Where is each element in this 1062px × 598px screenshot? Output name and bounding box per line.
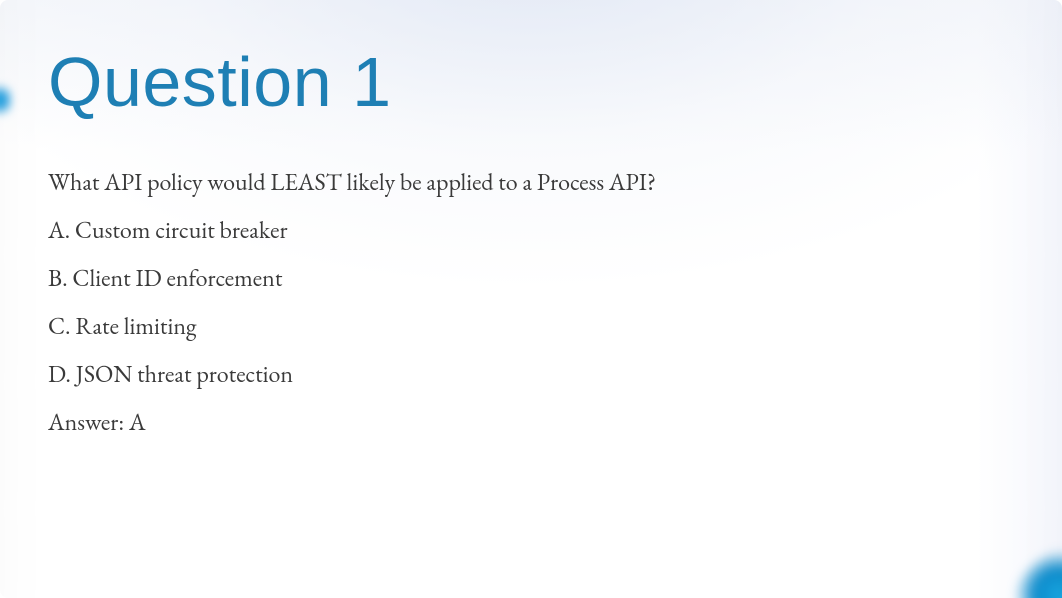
option-b: B. Client ID enforcement	[48, 262, 1002, 296]
answer-line: Answer: A	[48, 406, 1002, 440]
slide-body: What API policy would LEAST likely be ap…	[48, 166, 1002, 454]
option-c: C. Rate limiting	[48, 310, 1002, 344]
slide: Question 1 What API policy would LEAST l…	[0, 0, 1062, 598]
option-a: A. Custom circuit breaker	[48, 214, 1002, 248]
option-d: D. JSON threat protection	[48, 358, 1002, 392]
accent-marker-bottom-right	[1010, 546, 1062, 598]
slide-title: Question 1	[48, 46, 392, 120]
question-text: What API policy would LEAST likely be ap…	[48, 166, 1002, 200]
accent-marker-left	[0, 80, 12, 120]
